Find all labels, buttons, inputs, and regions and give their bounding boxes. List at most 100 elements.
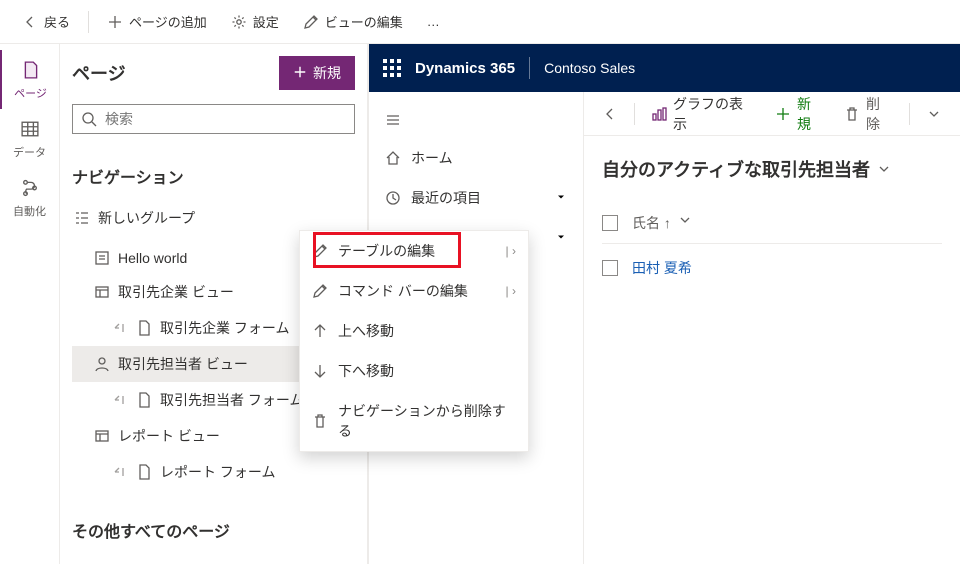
nav-item-report-form[interactable]: レポート フォーム — [72, 454, 355, 490]
form-icon — [136, 320, 152, 336]
env-name: Contoso Sales — [544, 60, 635, 76]
add-page-button[interactable]: ページの追加 — [97, 6, 217, 37]
submenu-indicator: | › — [506, 284, 516, 298]
panel-title: ページ — [72, 60, 126, 86]
preview-toolbar: グラフの表示 新規 削除 — [584, 92, 960, 136]
back-button[interactable]: 戻る — [12, 6, 80, 37]
gear-icon — [231, 14, 247, 30]
arrow-up-icon — [312, 323, 328, 339]
webresource-icon — [94, 250, 110, 266]
label: 削除 — [866, 94, 893, 134]
link-icon — [112, 320, 128, 336]
back-button[interactable] — [594, 100, 626, 128]
separator — [529, 57, 530, 79]
label: コマンド バーの編集 — [338, 281, 468, 301]
nav-recent[interactable]: 最近の項目 — [369, 178, 583, 218]
rail-automation[interactable]: 自動化 — [0, 168, 59, 227]
view-icon — [94, 428, 110, 444]
col-header-name[interactable]: 氏名 ↑ — [632, 212, 693, 233]
label: 上へ移動 — [338, 321, 394, 341]
label: 最近の項目 — [411, 188, 481, 208]
arrow-down-icon — [312, 363, 328, 379]
chart-icon — [651, 106, 667, 122]
waffle-icon[interactable] — [383, 59, 401, 77]
item-label: Hello world — [118, 250, 187, 266]
hamburger-button[interactable] — [369, 102, 583, 138]
form-icon — [136, 392, 152, 408]
group-label: 新しいグループ — [98, 208, 195, 228]
item-label: レポート フォーム — [160, 462, 275, 482]
group-icon — [74, 210, 90, 226]
ctx-move-down[interactable]: 下へ移動 — [300, 351, 528, 391]
title-text: 自分のアクティブな取引先担当者 — [602, 156, 870, 182]
trash-icon — [844, 106, 860, 122]
select-all-checkbox[interactable] — [602, 215, 618, 231]
separator — [88, 11, 89, 33]
overflow-button[interactable] — [918, 100, 950, 128]
delete-button[interactable]: 削除 — [836, 88, 901, 140]
grid: 氏名 ↑ 田村 夏希 — [584, 202, 960, 292]
label: グラフの表示 — [673, 94, 755, 134]
clock-icon — [385, 190, 401, 206]
row-checkbox[interactable] — [602, 260, 618, 276]
preview-header: Dynamics 365 Contoso Sales — [369, 44, 960, 92]
label: 新規 — [797, 94, 824, 134]
hamburger-icon — [385, 112, 401, 128]
rail-data-label: データ — [13, 144, 46, 160]
search-input[interactable] — [105, 111, 346, 127]
link-icon — [112, 392, 128, 408]
pencil-icon — [312, 243, 328, 259]
item-label: 取引先担当者 ビュー — [118, 354, 248, 374]
plus-icon — [293, 65, 307, 82]
table-header-row: 氏名 ↑ — [602, 202, 942, 244]
plus-icon — [107, 14, 123, 30]
table-icon — [15, 117, 45, 141]
item-label: 取引先企業 ビュー — [118, 282, 234, 302]
label: 下へ移動 — [338, 361, 394, 381]
edit-view-button[interactable]: ビューの編集 — [293, 6, 413, 37]
new-page-button[interactable]: 新規 — [279, 56, 355, 90]
more-button[interactable]: … — [417, 8, 452, 35]
rail-page[interactable]: ページ — [0, 50, 59, 109]
label: ホーム — [411, 148, 453, 168]
back-label: 戻る — [44, 12, 70, 31]
ctx-move-up[interactable]: 上へ移動 — [300, 311, 528, 351]
ctx-edit-command-bar[interactable]: コマンド バーの編集 | › — [300, 271, 528, 311]
chevron-down-icon — [926, 106, 942, 122]
rail-data[interactable]: データ — [0, 109, 59, 168]
view-icon — [94, 284, 110, 300]
chevron-down-icon — [555, 230, 567, 246]
home-icon — [385, 150, 401, 166]
nav-home[interactable]: ホーム — [369, 138, 583, 178]
ctx-edit-table[interactable]: テーブルの編集 | › — [300, 231, 528, 271]
other-pages-heading: その他すべてのページ — [72, 518, 355, 542]
plus-icon — [775, 106, 791, 122]
record-link[interactable]: 田村 夏希 — [632, 258, 692, 278]
pencil-icon — [312, 283, 328, 299]
navigation-heading: ナビゲーション — [72, 164, 355, 188]
new-button[interactable]: 新規 — [767, 88, 832, 140]
rail-auto-label: 自動化 — [13, 203, 46, 219]
submenu-indicator: | › — [506, 244, 516, 258]
sort-indicator: ↑ — [664, 215, 671, 231]
chevron-down-icon — [677, 212, 693, 228]
person-icon — [94, 356, 110, 372]
view-title[interactable]: 自分のアクティブな取引先担当者 — [584, 136, 960, 202]
ctx-delete[interactable]: ナビゲーションから削除する — [300, 391, 528, 451]
brand-title: Dynamics 365 — [415, 60, 515, 77]
search-input-wrap[interactable] — [72, 104, 355, 134]
settings-label: 設定 — [253, 12, 279, 31]
preview-content: グラフの表示 新規 削除 自分のアクティブ — [584, 92, 960, 564]
new-label: 新規 — [313, 63, 341, 83]
context-menu: テーブルの編集 | › コマンド バーの編集 | › 上へ移動 下へ移動 ナビゲ… — [299, 230, 529, 452]
chevron-down-icon — [876, 161, 892, 177]
settings-button[interactable]: 設定 — [221, 6, 289, 37]
show-chart-button[interactable]: グラフの表示 — [643, 88, 763, 140]
left-rail: ページ データ 自動化 — [0, 44, 60, 564]
pencil-icon — [303, 14, 319, 30]
item-label: 取引先担当者 フォーム — [160, 390, 303, 410]
label: テーブルの編集 — [338, 241, 435, 261]
table-row[interactable]: 田村 夏希 — [602, 244, 942, 292]
separator — [634, 103, 635, 125]
page-icon — [16, 58, 46, 82]
